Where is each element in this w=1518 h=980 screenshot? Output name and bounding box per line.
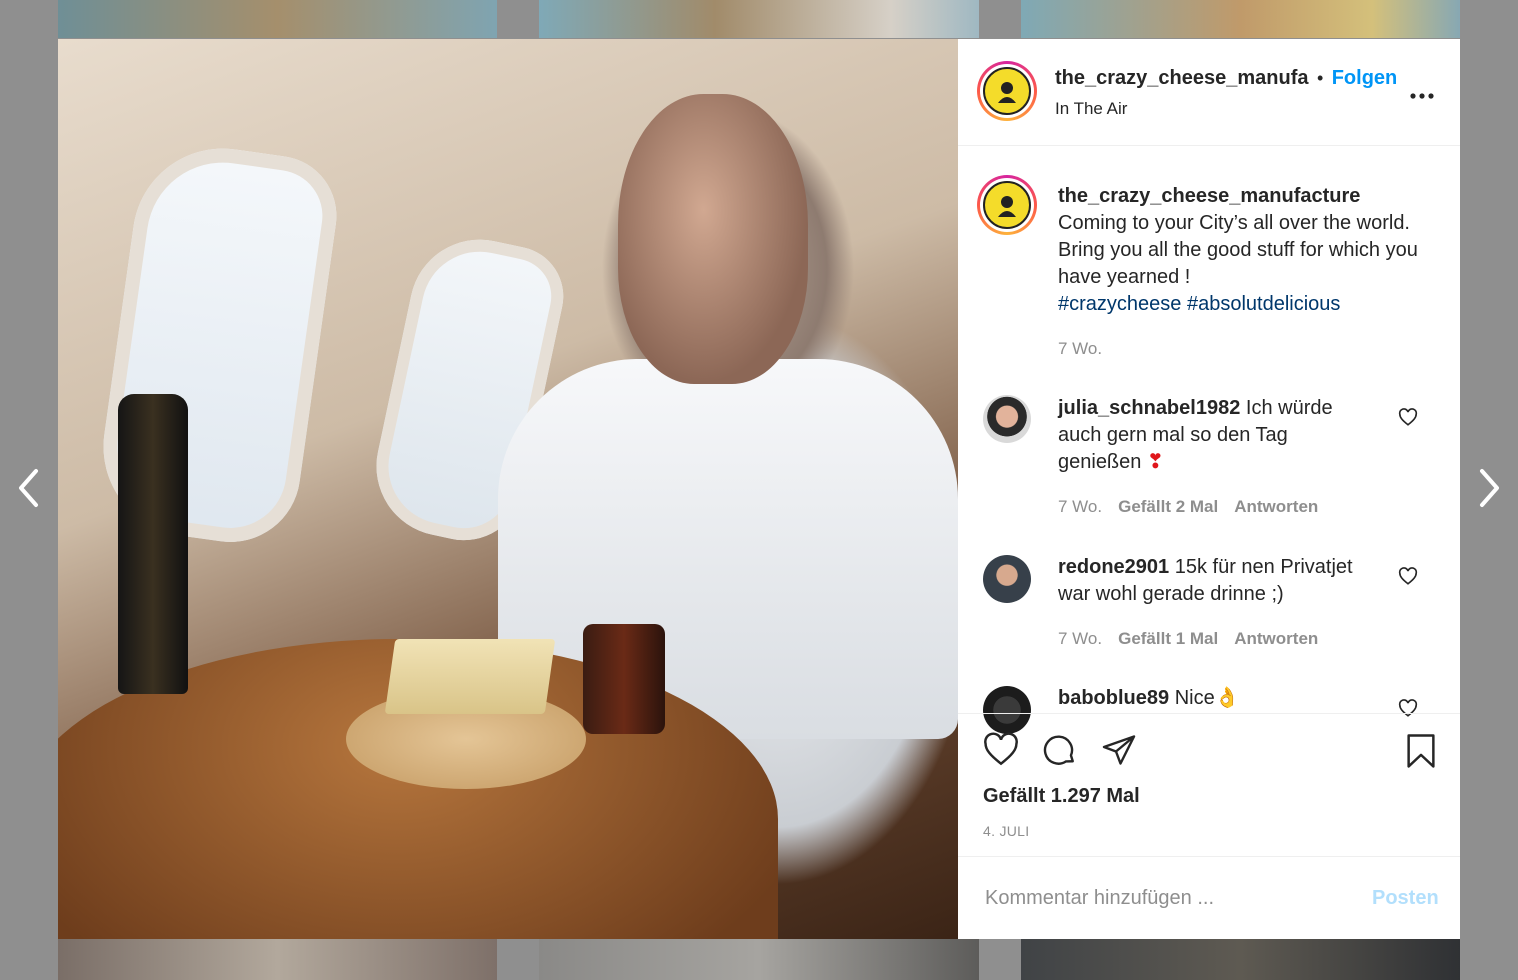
caption-text: Coming to your City’s all over the world… [1058,212,1418,288]
comment-likes[interactable]: Gefällt 1 Mal [1118,629,1218,648]
heart-icon [984,732,1018,766]
comment-age[interactable]: 7 Wo. [1058,629,1102,648]
post-side-panel: the_crazy_cheese_manufa • Folgen In The … [958,39,1460,939]
commenter-avatar[interactable] [983,395,1031,443]
share-icon [1102,735,1136,765]
chevron-right-icon [1480,469,1499,507]
chevron-left-icon [19,469,38,507]
reply-button[interactable]: Antworten [1234,629,1318,648]
background-post-tile[interactable] [1021,939,1460,980]
like-count[interactable]: Gefällt 1.297 Mal [983,785,1140,808]
comment: julia_schnabel1982 Ich würde auch gern m… [1058,395,1358,520]
save-button[interactable] [1404,732,1438,775]
post-modal: the_crazy_cheese_manufa • Folgen In The … [58,39,1460,939]
comment-username[interactable]: baboblue89 [1058,687,1169,709]
comment-likes[interactable]: Gefällt 2 Mal [1118,497,1218,516]
post-header: the_crazy_cheese_manufa • Folgen In The … [958,39,1460,146]
comment-username[interactable]: redone2901 [1058,556,1169,578]
hashtag-link[interactable]: #absolutdelicious [1187,293,1340,315]
post-comment-button[interactable]: Posten [1372,887,1439,910]
author-username[interactable]: the_crazy_cheese_manufa [1055,67,1308,89]
background-post-tile[interactable] [58,0,497,38]
background-post-tile[interactable] [539,0,979,38]
background-post-tile[interactable] [58,939,497,980]
post-date[interactable]: 4. JULI [983,823,1029,839]
comment-meta: 7 Wo. Gefällt 2 Mal Antworten [1058,493,1358,520]
post-location[interactable]: In The Air [1055,99,1397,119]
comment-input[interactable] [983,882,1357,914]
caption-age[interactable]: 7 Wo. [1058,335,1428,362]
photo-jar [583,624,665,734]
post-actions: Gefällt 1.297 Mal 4. JULI [958,713,1460,857]
comment-age[interactable]: 7 Wo. [1058,497,1102,516]
author-avatar[interactable] [977,61,1037,121]
like-comment-button[interactable] [1398,408,1418,431]
cheese-logo-icon [983,181,1031,229]
add-comment-box: Posten [958,857,1460,939]
background-post-tile[interactable] [539,939,979,980]
post-photo[interactable] [58,39,958,939]
caption-author-avatar[interactable] [977,175,1037,235]
separator-dot: • [1316,68,1324,88]
background-post-tile[interactable] [1021,0,1460,38]
post-caption: the_crazy_cheese_manufacture Coming to y… [1058,183,1428,362]
heart-icon [1398,567,1418,585]
like-button[interactable] [982,732,1020,771]
previous-post-button[interactable] [10,466,46,510]
photo-bottle [118,394,188,694]
comment-button[interactable] [1042,732,1078,773]
bookmark-icon [1407,734,1435,768]
comment-text: Nice👌 [1174,687,1240,709]
comment-icon [1043,735,1074,765]
heart-icon [1398,408,1418,426]
comment: redone2901 15k für nen Privatjet war woh… [1058,554,1358,652]
photo-head [618,94,808,384]
like-comment-button[interactable] [1398,567,1418,590]
cheese-logo-icon [983,67,1031,115]
caption-username[interactable]: the_crazy_cheese_manufacture [1058,185,1360,207]
more-options-button[interactable] [1410,87,1434,105]
comment-username[interactable]: julia_schnabel1982 [1058,397,1240,419]
reply-button[interactable]: Antworten [1234,497,1318,516]
comment: baboblue89 Nice👌 [1058,685,1358,712]
hashtag-link[interactable]: #crazycheese [1058,293,1181,315]
more-options-icon [1410,93,1434,99]
share-button[interactable] [1101,732,1137,773]
photo-cheese [384,639,556,714]
comment-meta: 7 Wo. Gefällt 1 Mal Antworten [1058,625,1358,652]
follow-button[interactable]: Folgen [1332,67,1398,89]
commenter-avatar[interactable] [983,555,1031,603]
heart-emoji: ❣ [1146,451,1164,473]
next-post-button[interactable] [1472,466,1508,510]
